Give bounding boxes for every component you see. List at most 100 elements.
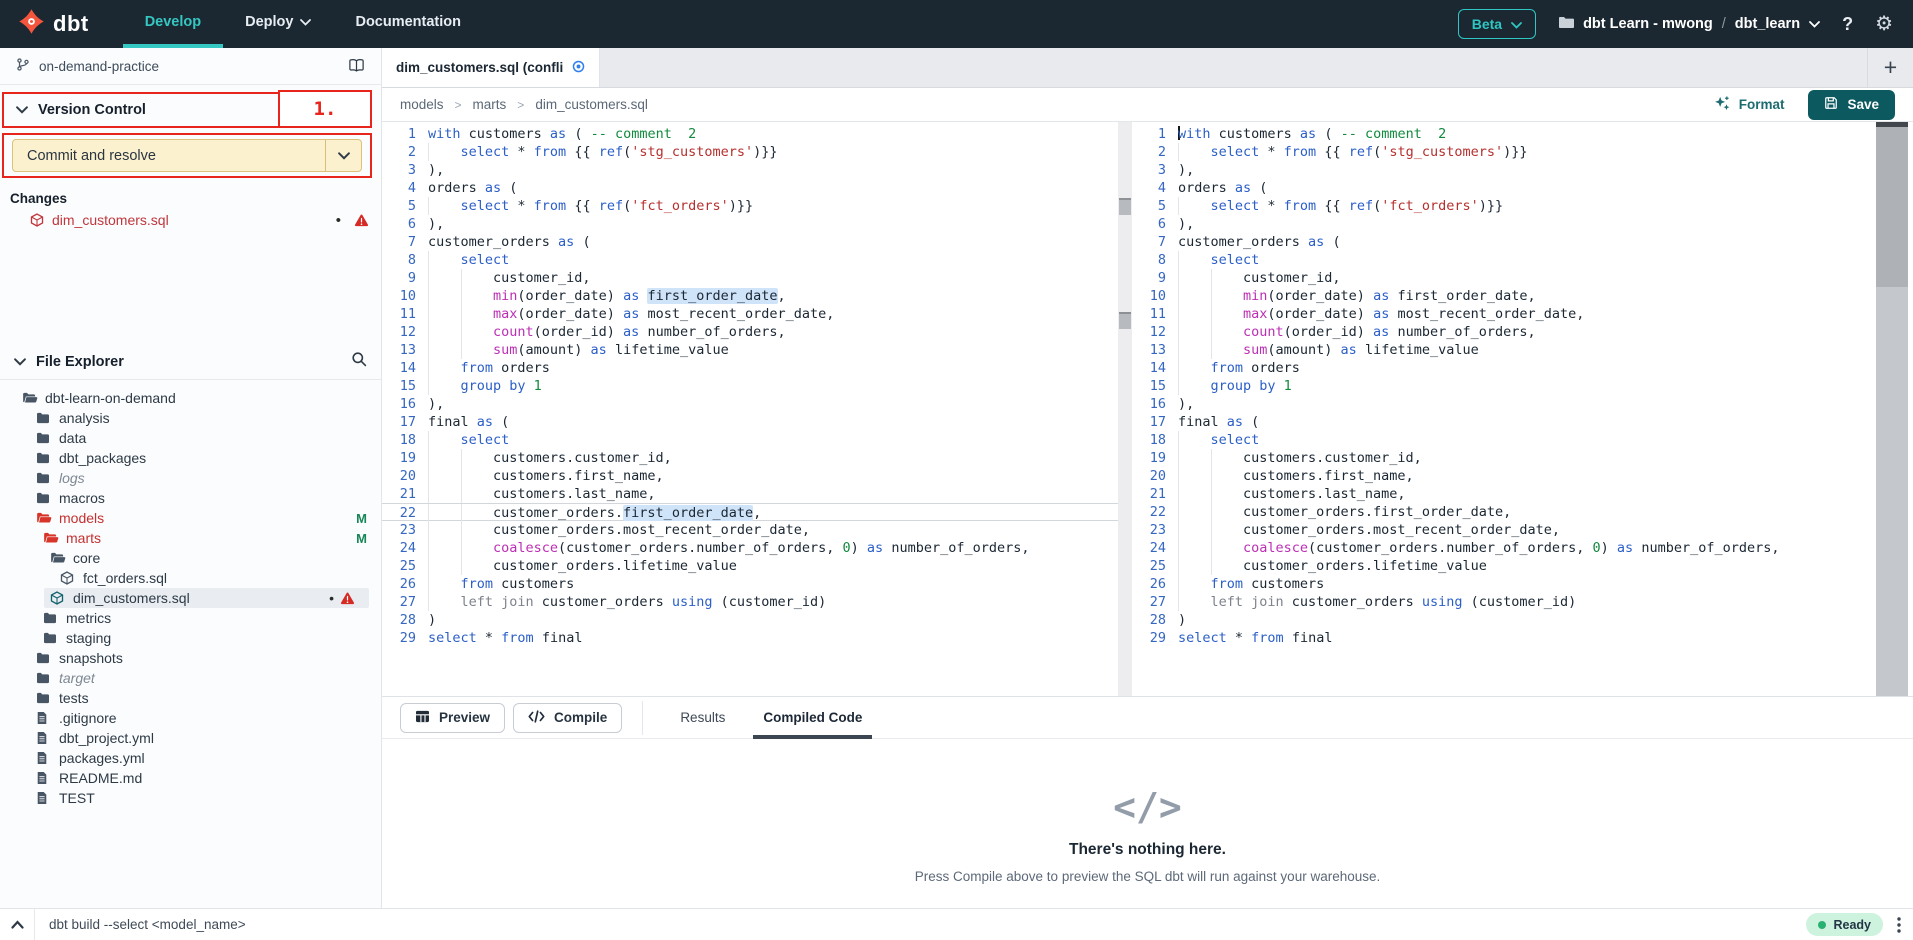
code-line-16[interactable]: 16), [382, 395, 1118, 413]
code-line-12[interactable]: 12count(order_id) as number_of_orders, [1132, 323, 1868, 341]
code-line-17[interactable]: 17final as ( [382, 413, 1118, 431]
editor-pane-right[interactable]: 1with customers as ( -- comment 22select… [1132, 122, 1868, 696]
code-line-13[interactable]: 13sum(amount) as lifetime_value [1132, 341, 1868, 359]
breadcrumb-models[interactable]: models [400, 97, 444, 112]
editor-pane-left[interactable]: 1with customers as ( -- comment 22select… [382, 122, 1118, 696]
results-tab[interactable]: Results [676, 697, 729, 739]
code-line-16[interactable]: 16), [1132, 395, 1868, 413]
preview-button[interactable]: Preview [400, 703, 505, 733]
code-line-29[interactable]: 29select * from final [1132, 629, 1868, 647]
tree-item-dbt-learn-on-demand[interactable]: dbt-learn-on-demand [0, 388, 381, 408]
tree-item-fct_orders.sql[interactable]: fct_orders.sql [0, 568, 381, 588]
changed-file-dim_customers.sql[interactable]: dim_customers.sql• [0, 208, 381, 232]
tree-item-dim_customers.sql[interactable]: dim_customers.sql• [44, 588, 369, 608]
tree-item-models[interactable]: modelsM [0, 508, 381, 528]
code-line-8[interactable]: 8select [1132, 251, 1868, 269]
code-line-9[interactable]: 9customer_id, [382, 269, 1118, 287]
code-line-18[interactable]: 18select [1132, 431, 1868, 449]
code-line-18[interactable]: 18select [382, 431, 1118, 449]
code-line-7[interactable]: 7customer_orders as ( [382, 233, 1118, 251]
code-line-4[interactable]: 4orders as ( [382, 179, 1118, 197]
tree-item-data[interactable]: data [0, 428, 381, 448]
code-line-27[interactable]: 27left join customer_orders using (custo… [382, 593, 1118, 611]
code-line-26[interactable]: 26from customers [1132, 575, 1868, 593]
code-line-2[interactable]: 2select * from {{ ref('stg_customers')}} [382, 143, 1118, 161]
right-pane-scrollbar[interactable] [1876, 122, 1908, 696]
tree-item-dbt_project.yml[interactable]: dbt_project.yml [0, 728, 381, 748]
code-line-25[interactable]: 25customer_orders.lifetime_value [1132, 557, 1868, 575]
tree-item-marts[interactable]: martsM [0, 528, 381, 548]
code-line-15[interactable]: 15group by 1 [382, 377, 1118, 395]
code-line-11[interactable]: 11max(order_date) as most_recent_order_d… [1132, 305, 1868, 323]
code-line-20[interactable]: 20customers.first_name, [1132, 467, 1868, 485]
code-line-2[interactable]: 2select * from {{ ref('stg_customers')}} [1132, 143, 1868, 161]
nav-tab-develop[interactable]: Develop [123, 0, 223, 48]
tree-item-core[interactable]: core [0, 548, 381, 568]
tree-item-staging[interactable]: staging [0, 628, 381, 648]
code-line-4[interactable]: 4orders as ( [1132, 179, 1868, 197]
tree-item-analysis[interactable]: analysis [0, 408, 381, 428]
unsaved-indicator-icon[interactable] [572, 60, 585, 76]
save-button[interactable]: Save [1808, 90, 1895, 120]
code-line-28[interactable]: 28) [382, 611, 1118, 629]
tree-item-packages.yml[interactable]: packages.yml [0, 748, 381, 768]
expand-command-panel-button[interactable] [0, 916, 34, 934]
new-tab-button[interactable]: + [1867, 48, 1913, 87]
tree-item-dbt_packages[interactable]: dbt_packages [0, 448, 381, 468]
editor-tab-dim-customers[interactable]: dim_customers.sql (confli... [382, 48, 600, 87]
commit-and-resolve-button[interactable]: Commit and resolve [12, 139, 362, 172]
code-line-29[interactable]: 29select * from final [382, 629, 1118, 647]
code-line-1[interactable]: 1with customers as ( -- comment 2 [1132, 125, 1868, 143]
code-line-17[interactable]: 17final as ( [1132, 413, 1868, 431]
code-line-15[interactable]: 15group by 1 [1132, 377, 1868, 395]
code-line-14[interactable]: 14from orders [382, 359, 1118, 377]
tree-item-.gitignore[interactable]: .gitignore [0, 708, 381, 728]
tree-item-TEST[interactable]: TEST [0, 788, 381, 808]
code-line-1[interactable]: 1with customers as ( -- comment 2 [382, 125, 1118, 143]
command-input[interactable] [35, 917, 1806, 932]
code-line-23[interactable]: 23customer_orders.most_recent_order_date… [1132, 521, 1868, 539]
compiled-code-tab[interactable]: Compiled Code [759, 697, 866, 739]
tree-item-metrics[interactable]: metrics [0, 608, 381, 628]
search-icon[interactable] [351, 351, 367, 372]
code-line-14[interactable]: 14from orders [1132, 359, 1868, 377]
code-line-6[interactable]: 6), [382, 215, 1118, 233]
code-line-3[interactable]: 3), [1132, 161, 1868, 179]
file-explorer-section[interactable]: File Explorer [0, 344, 381, 380]
tree-item-tests[interactable]: tests [0, 688, 381, 708]
code-line-5[interactable]: 5select * from {{ ref('fct_orders')}} [382, 197, 1118, 215]
tree-item-logs[interactable]: logs [0, 468, 381, 488]
code-line-12[interactable]: 12count(order_id) as number_of_orders, [382, 323, 1118, 341]
code-line-9[interactable]: 9customer_id, [1132, 269, 1868, 287]
code-line-21[interactable]: 21customers.last_name, [382, 485, 1118, 503]
code-line-22[interactable]: 22customer_orders.first_order_date, [382, 503, 1118, 521]
nav-tab-deploy[interactable]: Deploy [223, 0, 333, 48]
code-line-20[interactable]: 20customers.first_name, [382, 467, 1118, 485]
code-line-13[interactable]: 13sum(amount) as lifetime_value [382, 341, 1118, 359]
code-line-5[interactable]: 5select * from {{ ref('fct_orders')}} [1132, 197, 1868, 215]
code-line-21[interactable]: 21customers.last_name, [1132, 485, 1868, 503]
tree-item-macros[interactable]: macros [0, 488, 381, 508]
code-line-24[interactable]: 24coalesce(customer_orders.number_of_ord… [1132, 539, 1868, 557]
help-icon[interactable]: ? [1842, 14, 1853, 35]
tree-item-target[interactable]: target [0, 668, 381, 688]
branch-row[interactable]: on-demand-practice [0, 48, 381, 85]
tree-item-README.md[interactable]: README.md [0, 768, 381, 788]
code-line-10[interactable]: 10min(order_date) as first_order_date, [1132, 287, 1868, 305]
code-line-8[interactable]: 8select [382, 251, 1118, 269]
code-line-28[interactable]: 28) [1132, 611, 1868, 629]
code-line-22[interactable]: 22customer_orders.first_order_date, [1132, 503, 1868, 521]
gear-icon[interactable]: ⚙ [1875, 14, 1893, 34]
kebab-menu-icon[interactable] [1897, 917, 1901, 933]
commit-dropdown-toggle[interactable] [325, 140, 361, 171]
code-line-23[interactable]: 23customer_orders.most_recent_order_date… [382, 521, 1118, 539]
nav-tab-documentation[interactable]: Documentation [333, 0, 483, 48]
code-line-11[interactable]: 11max(order_date) as most_recent_order_d… [382, 305, 1118, 323]
code-line-24[interactable]: 24coalesce(customer_orders.number_of_ord… [382, 539, 1118, 557]
beta-dropdown[interactable]: Beta [1458, 9, 1536, 39]
code-line-27[interactable]: 27left join customer_orders using (custo… [1132, 593, 1868, 611]
left-pane-scrollbar[interactable] [1118, 122, 1132, 696]
code-line-19[interactable]: 19customers.customer_id, [382, 449, 1118, 467]
dbt-logo[interactable]: dbt [0, 0, 99, 48]
code-line-19[interactable]: 19customers.customer_id, [1132, 449, 1868, 467]
